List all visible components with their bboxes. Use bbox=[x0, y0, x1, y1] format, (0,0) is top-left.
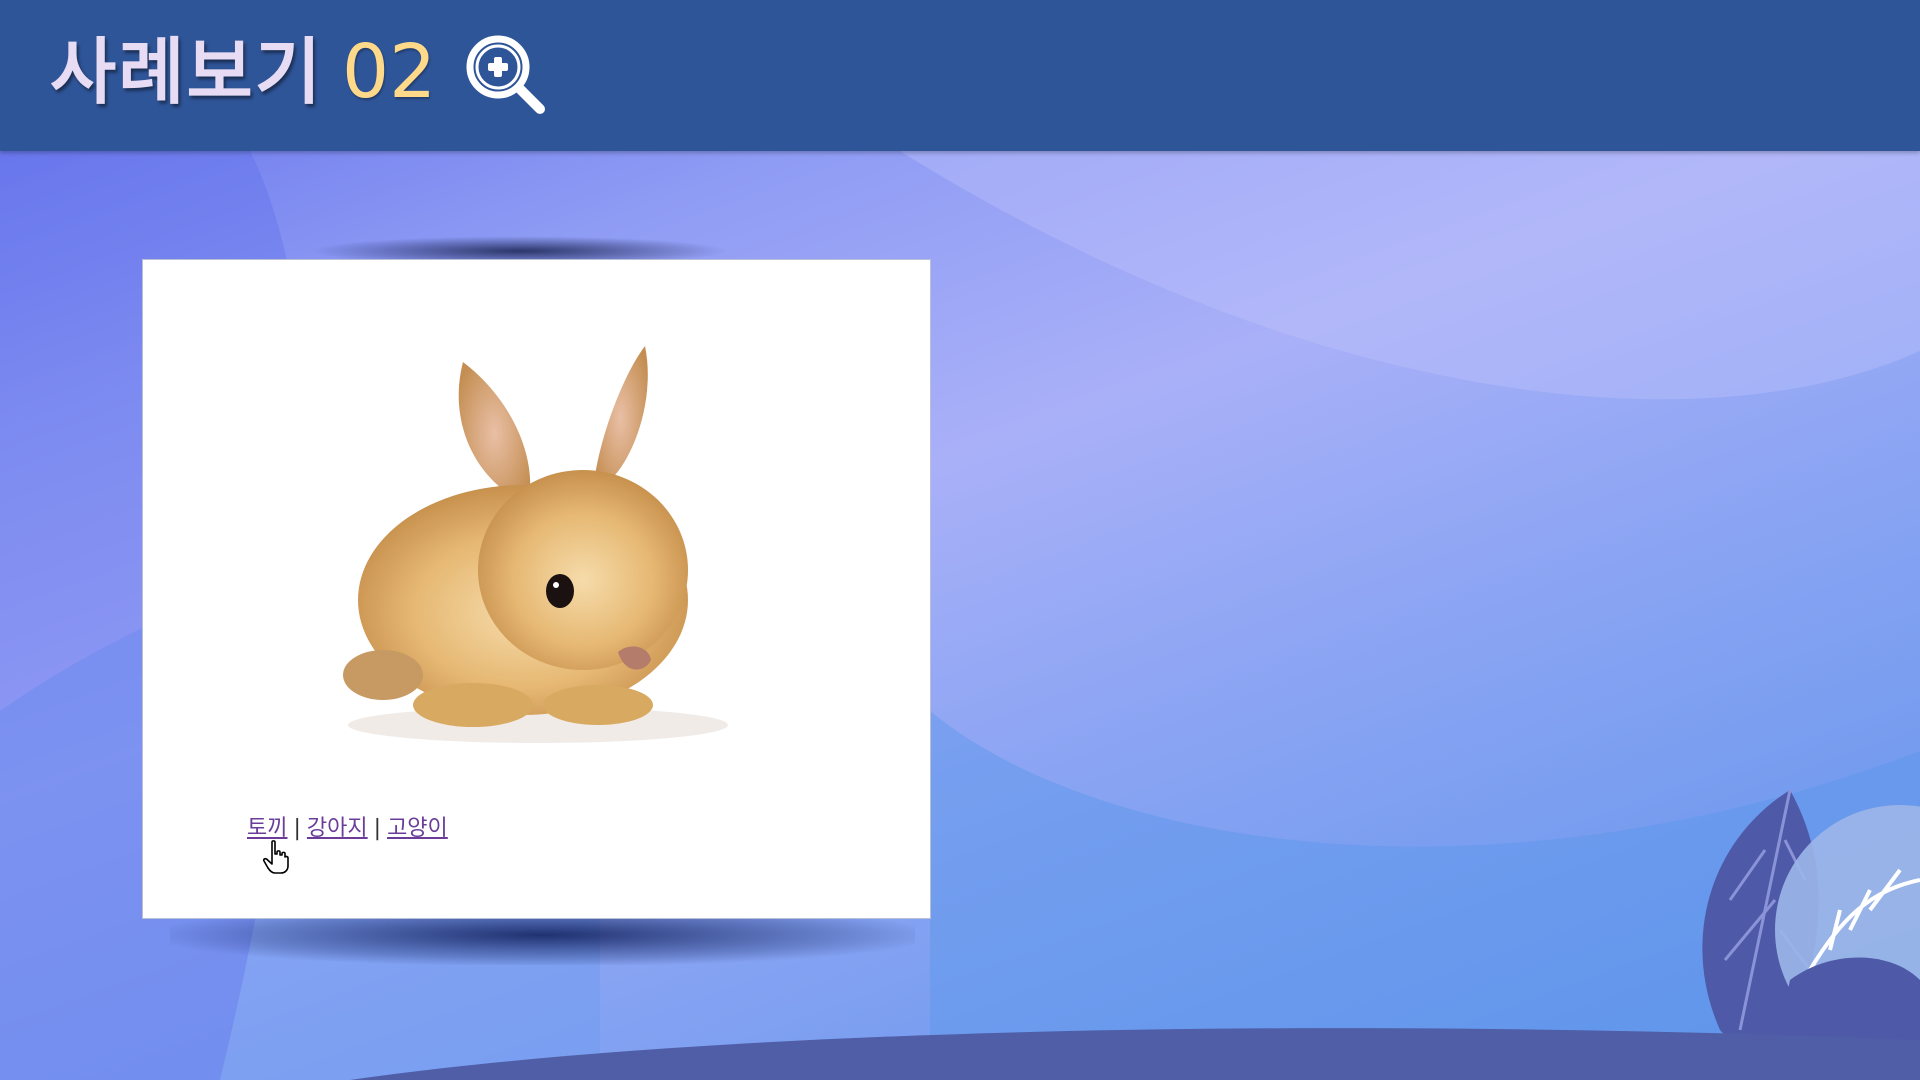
hand-cursor-icon bbox=[263, 840, 289, 874]
example-card: 토끼 | 강아지 | 고양이 bbox=[142, 259, 931, 919]
header-bar: 사례보기 02 bbox=[0, 0, 1920, 151]
link-puppy[interactable]: 강아지 bbox=[307, 816, 368, 841]
animal-link-list: 토끼 | 강아지 | 고양이 bbox=[247, 815, 448, 843]
page-title: 사례보기 bbox=[50, 29, 323, 114]
bottom-swoosh bbox=[350, 1028, 1920, 1080]
link-separator: | bbox=[293, 816, 301, 841]
link-separator: | bbox=[373, 816, 382, 841]
rabbit-image bbox=[343, 346, 728, 743]
link-cat[interactable]: 고양이 bbox=[387, 816, 448, 841]
link-rabbit[interactable]: 토끼 bbox=[247, 816, 287, 841]
zoom-in-icon[interactable] bbox=[464, 33, 550, 119]
example-number: 02 bbox=[342, 29, 437, 115]
